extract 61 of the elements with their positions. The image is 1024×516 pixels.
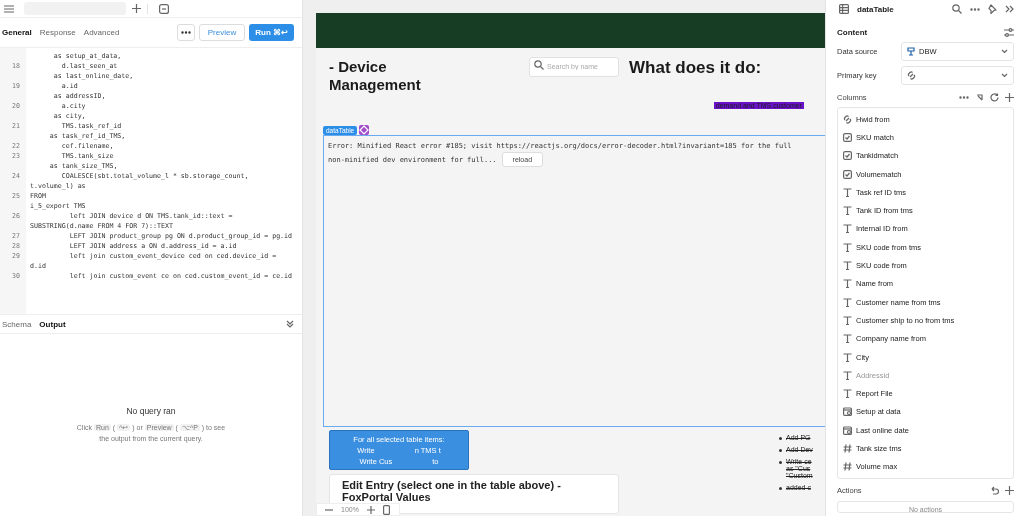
- text-type-icon: [843, 206, 852, 216]
- plus-icon: [1005, 486, 1014, 496]
- bullet-icon: [779, 449, 782, 452]
- text-type-icon: [843, 297, 852, 307]
- hash-icon: [843, 462, 852, 472]
- preview-button[interactable]: Preview: [198, 24, 246, 41]
- select-field[interactable]: [901, 66, 1014, 85]
- output-tab[interactable]: Schema: [2, 319, 32, 329]
- inspector-title: dataTable: [857, 4, 894, 14]
- card-title: Edit Entry (select one in the table above) - FoxPortal Values: [342, 479, 562, 503]
- link-icon: [843, 114, 852, 124]
- bullet-icon: [779, 437, 782, 440]
- table-icon: [839, 4, 849, 14]
- undo-icon: [990, 486, 999, 496]
- calendar-icon: [843, 407, 852, 417]
- plus-icon: [366, 505, 375, 514]
- more-button[interactable]: [176, 24, 195, 41]
- diamond-icon: [359, 125, 370, 135]
- search-icon: [952, 4, 962, 14]
- caret-icon: [1001, 73, 1008, 78]
- more-icon: [970, 7, 980, 11]
- output-tab[interactable]: Output: [39, 319, 66, 329]
- text-type-icon: [843, 352, 852, 362]
- database-icon: [907, 47, 915, 56]
- page-title: - Device Management: [329, 58, 421, 93]
- text-type-icon: [843, 334, 852, 344]
- checkbox-icon: [843, 169, 852, 179]
- plus-icon: [1005, 92, 1014, 102]
- bullet-icon: [779, 461, 782, 464]
- query-tab[interactable]: Advanced: [83, 28, 120, 37]
- checkbox-icon: [843, 151, 852, 161]
- text-type-icon: [843, 242, 852, 252]
- hash-icon: [843, 444, 852, 453]
- refresh-icon: [990, 92, 999, 102]
- section-title: Content: [837, 27, 868, 37]
- text-type-icon: [843, 370, 852, 380]
- link-icon: [907, 71, 916, 80]
- checkbox-icon: [843, 132, 852, 142]
- more-icon: [959, 95, 969, 99]
- caret-icon: [1001, 49, 1008, 54]
- text-type-icon: [843, 389, 852, 399]
- sliders-icon: [1004, 27, 1014, 37]
- query-tab[interactable]: Response: [39, 28, 76, 37]
- search-icon: [534, 60, 544, 70]
- text-type-icon: [843, 187, 852, 197]
- pin-icon: [988, 4, 997, 14]
- menu-icon: [4, 4, 14, 13]
- collapse-icon: [286, 320, 294, 328]
- query-tab[interactable]: General: [2, 28, 32, 37]
- chevrons-icon: [1005, 5, 1014, 13]
- phone-icon: [382, 504, 390, 515]
- text-type-icon: [843, 315, 852, 325]
- plus-icon: [132, 4, 142, 13]
- bullet-icon: [779, 487, 782, 490]
- empty-title: No query ran: [126, 406, 176, 416]
- text-type-icon: [843, 261, 852, 270]
- text-type-icon: [843, 224, 852, 234]
- info-title: What does it do:: [629, 58, 763, 78]
- more-icon: [180, 31, 191, 34]
- text-type-icon: [843, 279, 852, 289]
- calendar-icon: [843, 425, 852, 435]
